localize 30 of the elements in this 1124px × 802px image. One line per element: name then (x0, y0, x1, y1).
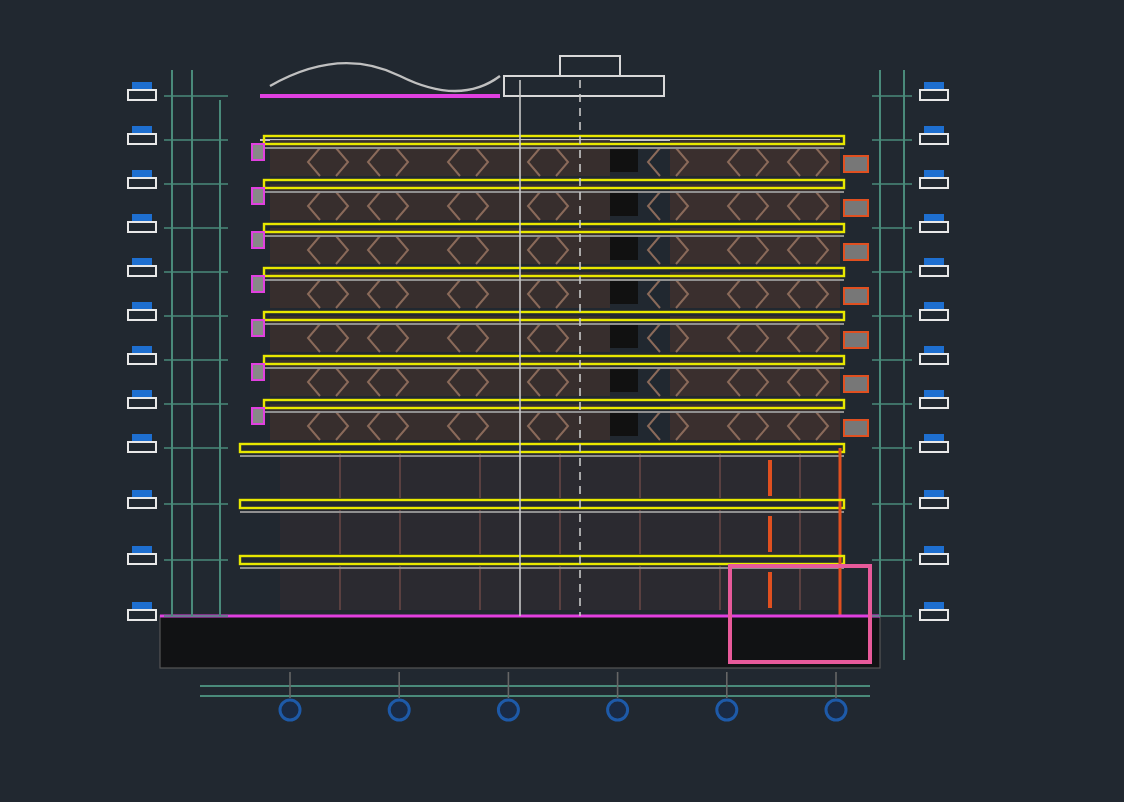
level-marker-icon (127, 434, 157, 453)
level-marker-icon (919, 346, 949, 365)
level-marker-icon (127, 214, 157, 233)
level-marker-icon (919, 170, 949, 189)
grid-axis-bubble (606, 671, 630, 722)
level-marker-icon (919, 82, 949, 101)
level-marker-icon (919, 126, 949, 145)
level-marker-icon (919, 302, 949, 321)
level-marker-icon (127, 170, 157, 189)
grid-axis-bubble (824, 671, 848, 722)
level-marker-icon (919, 258, 949, 277)
level-marker-icon (919, 546, 949, 565)
level-marker-icon (127, 390, 157, 409)
grid-axis-bubble (496, 671, 520, 722)
level-marker-icon (127, 126, 157, 145)
grid-axis-bubble (715, 671, 739, 722)
level-marker-icon (127, 302, 157, 321)
grid-axis-bubble (278, 671, 302, 722)
level-marker-icon (127, 546, 157, 565)
level-marker-icon (127, 602, 157, 621)
level-marker-icon (127, 258, 157, 277)
level-marker-icon (919, 390, 949, 409)
level-marker-icon (919, 602, 949, 621)
level-marker-icon (919, 490, 949, 509)
level-marker-icon (127, 490, 157, 509)
level-marker-icon (127, 82, 157, 101)
level-marker-icon (919, 434, 949, 453)
grid-axis-bubble (387, 671, 411, 722)
level-marker-icon (919, 214, 949, 233)
level-marker-icon (127, 346, 157, 365)
